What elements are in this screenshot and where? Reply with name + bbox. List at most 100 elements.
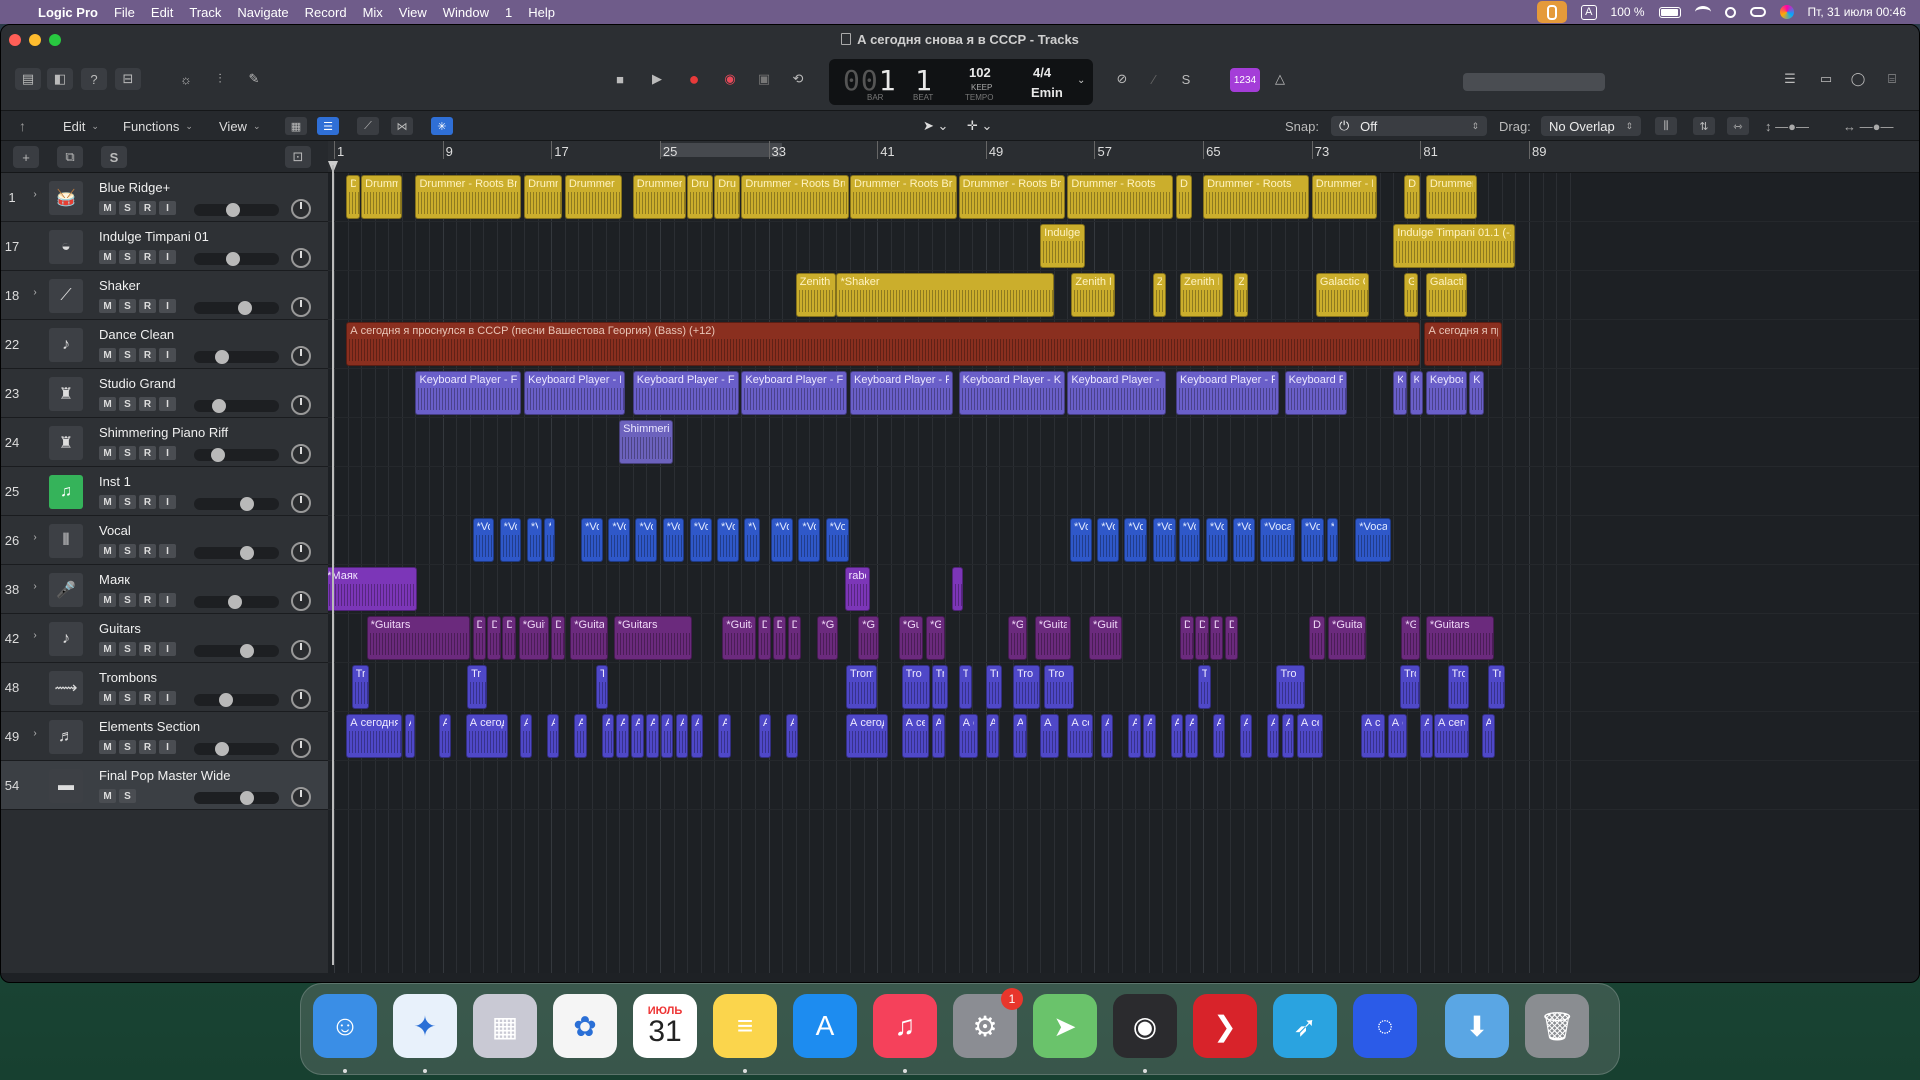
safari-icon[interactable]: ✦ — [393, 994, 457, 1058]
region[interactable]: А — [574, 714, 587, 758]
menu-1[interactable]: 1 — [497, 5, 520, 20]
region[interactable]: Tro — [1013, 665, 1041, 709]
region[interactable]: Keyboard Player - Free — [1175, 371, 1280, 415]
capture-record-icon[interactable]: ◉ — [717, 68, 743, 90]
track-name[interactable]: Маяк — [99, 572, 130, 587]
region[interactable]: *Voc — [716, 518, 739, 562]
record-enable-button[interactable]: R — [139, 691, 156, 705]
mute-button[interactable]: M — [99, 201, 116, 215]
region[interactable]: А — [691, 714, 704, 758]
region[interactable]: T — [596, 665, 609, 709]
region[interactable]: Tr — [1488, 665, 1505, 709]
region[interactable]: А сегодня я прос — [1424, 322, 1502, 366]
pan-knob[interactable] — [291, 542, 311, 562]
solo-button[interactable]: S — [119, 397, 136, 411]
view-menu[interactable]: View ⌄ — [219, 115, 261, 137]
region[interactable]: А — [1143, 714, 1156, 758]
volume-slider[interactable] — [194, 350, 279, 364]
menu-navigate[interactable]: Navigate — [229, 5, 296, 20]
solo-button[interactable]: S — [119, 593, 136, 607]
vertical-zoom-slider-icon[interactable]: ↕ —●— — [1765, 115, 1809, 137]
track-name[interactable]: Vocal — [99, 523, 131, 538]
input-monitor-button[interactable]: I — [159, 740, 176, 754]
record-enable-button[interactable]: R — [139, 348, 156, 362]
mixer-icon[interactable]: ⫶ — [207, 68, 233, 90]
mute-button[interactable]: M — [99, 348, 116, 362]
metronome-icon[interactable]: △ — [1267, 68, 1293, 90]
solo-button[interactable]: S — [119, 250, 136, 264]
siri-icon[interactable] — [1779, 5, 1794, 19]
music-icon[interactable]: ♫ — [873, 994, 937, 1058]
input-monitor-button[interactable]: I — [159, 495, 176, 509]
region[interactable]: *Guitars — [613, 616, 693, 660]
pan-knob[interactable] — [291, 787, 311, 807]
region[interactable]: А — [404, 714, 416, 758]
region[interactable]: Tro — [1044, 665, 1075, 709]
global-solo-button[interactable]: S — [101, 146, 127, 168]
region[interactable]: Drumm — [524, 175, 563, 219]
region[interactable]: А се — [1067, 714, 1094, 758]
region[interactable]: А — [931, 714, 946, 758]
volume-slider-knob[interactable] — [215, 350, 230, 364]
volume-slider[interactable] — [194, 791, 279, 805]
minimize-window-button[interactable] — [29, 34, 41, 46]
region[interactable] — [951, 567, 963, 611]
region[interactable]: Drummer — [1425, 175, 1478, 219]
track-header[interactable]: 49 › ♬ Elements Section M S R I — [1, 712, 328, 761]
track-name[interactable]: Final Pop Master Wide — [99, 768, 231, 783]
region[interactable]: T — [958, 665, 973, 709]
region[interactable]: А — [1013, 714, 1027, 758]
region[interactable]: *Vo — [1205, 518, 1228, 562]
region[interactable]: *Voc — [1152, 518, 1176, 562]
volume-slider-knob[interactable] — [218, 693, 233, 707]
region[interactable]: *Vo — [1070, 518, 1092, 562]
region[interactable]: *G — [858, 616, 879, 660]
messenger-icon[interactable]: ◌ — [1353, 994, 1417, 1058]
track-name[interactable]: Shaker — [99, 278, 140, 293]
track-name[interactable]: Trombons — [99, 670, 157, 685]
region[interactable]: А се — [901, 714, 929, 758]
solo-button[interactable]: S — [119, 544, 136, 558]
menu-help[interactable]: Help — [520, 5, 563, 20]
region[interactable]: *Vo — [689, 518, 712, 562]
region[interactable]: rabo — [844, 567, 871, 611]
solo-button[interactable]: S — [119, 495, 136, 509]
region[interactable]: *Guit — [518, 616, 549, 660]
solo-button[interactable]: S — [119, 348, 136, 362]
region[interactable]: Galactic — [1425, 273, 1467, 317]
region[interactable]: А сегод — [465, 714, 508, 758]
region[interactable]: *Voc — [825, 518, 849, 562]
region[interactable]: А — [616, 714, 629, 758]
region[interactable]: *Guit — [1089, 616, 1122, 660]
downloads-folder-icon[interactable]: ⬇ — [1445, 994, 1509, 1058]
solo-button[interactable]: S — [119, 201, 136, 215]
horizontal-zoom-slider-icon[interactable]: ↔ —●— — [1843, 115, 1893, 137]
input-monitor-button[interactable]: I — [159, 544, 176, 558]
waveform-zoom-icon[interactable]: ⫼ — [1655, 117, 1677, 135]
volume-slider[interactable] — [194, 644, 279, 658]
track-name[interactable]: Guitars — [99, 621, 141, 636]
menu-mix[interactable]: Mix — [355, 5, 391, 20]
region[interactable]: А — [759, 714, 772, 758]
region[interactable]: А — [1266, 714, 1280, 758]
bar-ruler[interactable]: 1 9 17 25 33 41 49 57 65 73 81 89 — [328, 141, 1919, 173]
antelope-icon[interactable]: ❯ — [1193, 994, 1257, 1058]
automation-icon[interactable]: ⟋ — [357, 117, 379, 135]
calendar-icon[interactable]: ИЮЛЬ 31 — [633, 994, 697, 1058]
volume-slider[interactable] — [194, 546, 279, 560]
track-header[interactable]: 26 › ⫴ Vocal M S R I — [1, 516, 328, 565]
mute-button[interactable]: M — [99, 397, 116, 411]
region[interactable]: Zenith M — [1180, 273, 1224, 317]
disclosure-triangle-icon[interactable]: › — [28, 630, 42, 641]
menu-window[interactable]: Window — [435, 5, 497, 20]
lcd-chevron-icon[interactable]: ⌄ — [1077, 75, 1085, 86]
volume-slider[interactable] — [194, 203, 279, 217]
flex-icon[interactable]: ⋈ — [391, 117, 413, 135]
disclosure-triangle-icon[interactable]: › — [28, 728, 42, 739]
region[interactable]: Keyboard Player - Free — [524, 371, 625, 415]
solo-button[interactable]: S — [119, 691, 136, 705]
menu-clock[interactable]: Пт, 31 июля 00:46 — [1808, 5, 1906, 19]
region[interactable]: * — [544, 518, 556, 562]
region[interactable]: * — [1326, 518, 1338, 562]
region[interactable]: А с — [1387, 714, 1407, 758]
